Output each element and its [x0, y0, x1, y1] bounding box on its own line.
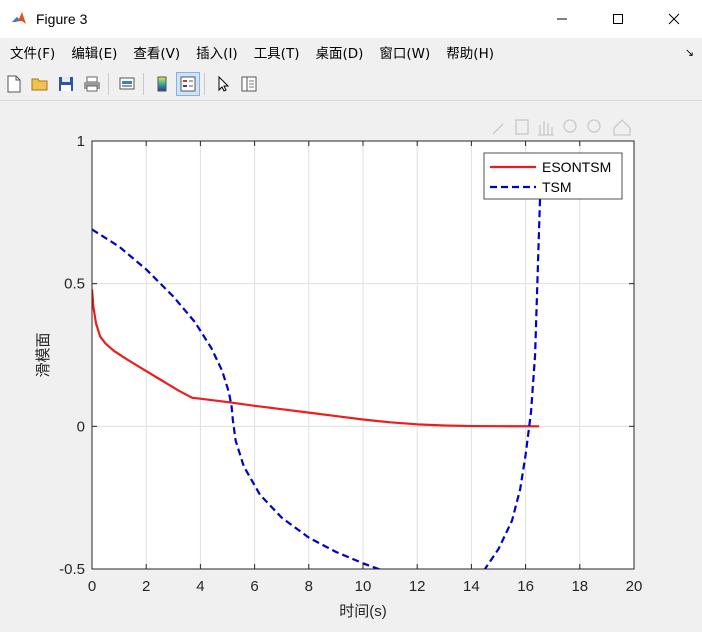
close-icon: [668, 13, 680, 25]
menu-help[interactable]: 帮助(H): [446, 42, 494, 62]
y-tick-label: 1: [77, 133, 85, 150]
arrow-cursor-icon: [218, 75, 230, 92]
link-plot-icon: [119, 77, 135, 90]
window-title: Figure 3: [36, 11, 88, 27]
dock-arrow-icon[interactable]: ↘: [685, 46, 694, 59]
save-button[interactable]: [54, 72, 78, 96]
legend-label-tsm: TSM: [542, 179, 572, 195]
figure-area: 0 2 4 6 8 10 12 14 16 18 20 -0.5 0 0.5 1 时间(s) 滑模面 ESO…: [0, 101, 702, 628]
toolbar: [0, 68, 702, 101]
menu-view[interactable]: 查看(V): [133, 42, 180, 62]
toolbar-separator: [143, 73, 144, 95]
brush-icon[interactable]: [492, 123, 504, 135]
x-tick-label: 14: [463, 578, 480, 595]
menu-window[interactable]: 窗口(W): [379, 42, 430, 62]
y-axis-label: 滑模面: [35, 332, 52, 377]
save-icon: [59, 77, 73, 91]
edit-plot-button[interactable]: [211, 72, 235, 96]
x-tick-label: 12: [409, 578, 426, 595]
menu-tools[interactable]: 工具(T): [254, 42, 300, 62]
x-axis-label: 时间(s): [339, 603, 387, 620]
minimize-button[interactable]: [534, 0, 590, 38]
toolbar-separator: [108, 73, 109, 95]
y-tick-label: -0.5: [59, 561, 85, 578]
x-tick-label: 0: [88, 578, 96, 595]
printer-icon: [84, 76, 100, 92]
zoom-out-icon[interactable]: [587, 119, 601, 133]
open-folder-icon: [31, 78, 48, 91]
open-file-button[interactable]: [28, 72, 52, 96]
new-figure-button[interactable]: [2, 72, 26, 96]
home-icon[interactable]: [613, 119, 631, 136]
x-tick-label: 4: [196, 578, 204, 595]
maximize-button[interactable]: [590, 0, 646, 38]
panel-icon: [241, 76, 257, 92]
matlab-icon: [10, 10, 28, 28]
menu-insert[interactable]: 插入(I): [196, 42, 238, 62]
pan-icon[interactable]: [538, 121, 554, 136]
plot-svg: 0 2 4 6 8 10 12 14 16 18 20-0.500.51 时间(s) 滑模面 ESO…: [35, 119, 643, 620]
x-tick-label: 10: [355, 578, 372, 595]
menu-edit[interactable]: 编辑(E): [71, 42, 117, 62]
colorbar-icon: [157, 76, 167, 92]
y-tick-label: 0: [77, 418, 85, 435]
x-tick-label: 18: [571, 578, 588, 595]
x-tick-label: 20: [626, 578, 643, 595]
close-button[interactable]: [646, 0, 702, 38]
legend[interactable]: ESONTSM TSM: [483, 152, 623, 200]
y-tick-label: 0.5: [64, 276, 85, 293]
new-file-icon: [7, 75, 21, 93]
maximize-icon: [613, 14, 623, 24]
legend-button[interactable]: [176, 72, 200, 96]
axes-toolbar: [492, 119, 631, 136]
datatip-icon[interactable]: [515, 119, 529, 135]
minimize-icon: [557, 18, 567, 20]
x-tick-label: 6: [250, 578, 258, 595]
legend-icon: [180, 76, 196, 92]
menu-desktop[interactable]: 桌面(D): [315, 42, 363, 62]
menu-file[interactable]: 文件(F): [10, 42, 55, 62]
zoom-in-icon[interactable]: [563, 119, 577, 133]
x-tick-label: 2: [142, 578, 150, 595]
link-plot-button[interactable]: [115, 72, 139, 96]
menu-bar: 文件(F) 编辑(E) 查看(V) 插入(I) 工具(T) 桌面(D) 窗口(W…: [0, 38, 702, 66]
colorbar-button[interactable]: [150, 72, 174, 96]
x-tick-label: 8: [305, 578, 313, 595]
x-tick-label: 16: [517, 578, 534, 595]
print-button[interactable]: [80, 72, 104, 96]
toolbar-separator: [204, 73, 205, 95]
legend-label-esontsm: ESONTSM: [542, 159, 611, 175]
window-controls: [534, 0, 702, 38]
title-bar: Figure 3: [0, 0, 702, 38]
property-inspector-button[interactable]: [237, 72, 261, 96]
